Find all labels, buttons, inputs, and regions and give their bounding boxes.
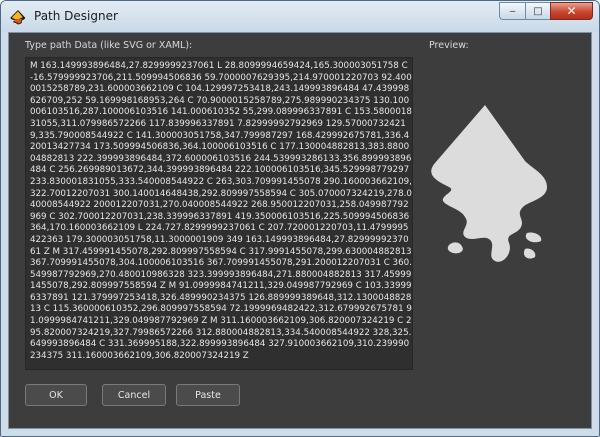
dialog-body: Type path Data (like SVG or XAML): Previ… [8, 32, 592, 429]
app-icon [10, 10, 26, 25]
window-controls: ‒ □ ✕ [499, 2, 593, 21]
paste-button[interactable]: Paste [176, 384, 240, 406]
close-icon: ✕ [566, 4, 577, 18]
path-data-textarea[interactable]: M 163.149993896484,27.8299999237061 L 28… [25, 57, 413, 370]
path-designer-window: Path Designer ‒ □ ✕ Type path Data (like… [0, 0, 600, 437]
path-data-label: Type path Data (like SVG or XAML): [25, 40, 193, 51]
inkscape-logo-shape-icon [431, 105, 547, 262]
maximize-icon: □ [533, 5, 543, 17]
path-preview [431, 105, 547, 262]
close-button[interactable]: ✕ [550, 2, 593, 20]
window-title: Path Designer [34, 9, 118, 23]
maximize-button[interactable]: □ [525, 2, 550, 20]
minimize-icon: ‒ [509, 5, 516, 17]
cancel-button[interactable]: Cancel [102, 384, 166, 406]
title-bar[interactable]: Path Designer ‒ □ ✕ [1, 1, 599, 32]
ok-button[interactable]: OK [25, 384, 87, 406]
minimize-button[interactable]: ‒ [499, 2, 525, 20]
preview-label: Preview: [429, 40, 469, 51]
